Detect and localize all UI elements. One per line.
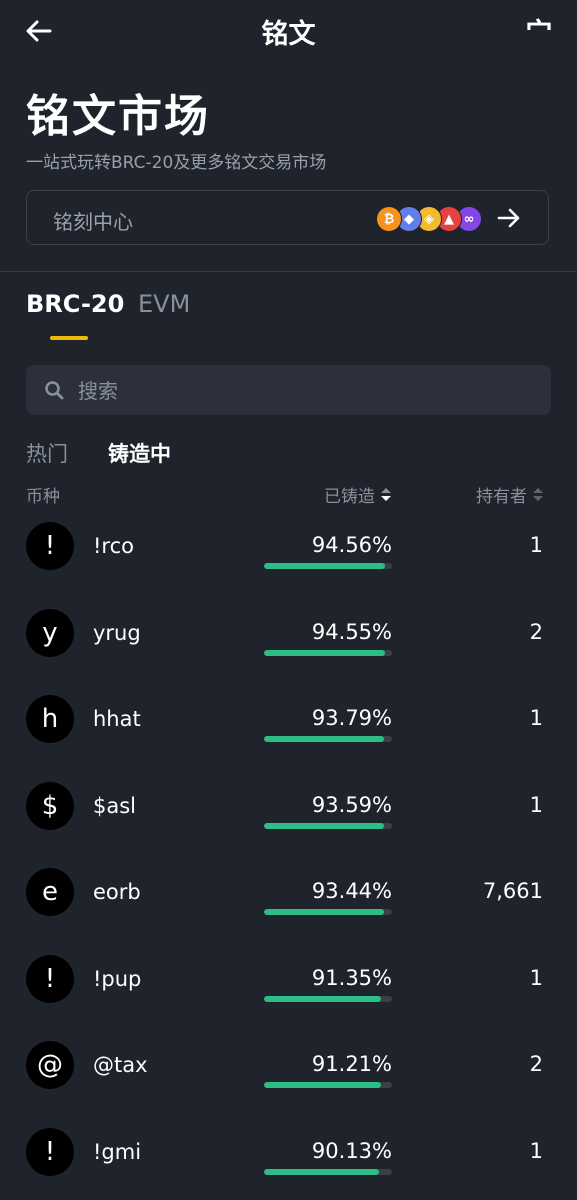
minted-progress-bar <box>264 1168 392 1175</box>
minted-progress-fill <box>264 563 386 569</box>
search-input[interactable] <box>76 365 540 417</box>
token-avatar: y <box>26 608 74 657</box>
token-ticker: $asl <box>93 793 137 818</box>
token-row[interactable]: h hhat 93.79% 1 <box>0 675 577 761</box>
minted-progress-bar <box>264 736 392 742</box>
arrow-right-icon <box>496 205 522 231</box>
sort-icon <box>533 487 543 502</box>
subtab-minting[interactable]: 铸造中 <box>108 438 171 468</box>
token-avatar: @ <box>26 1041 74 1089</box>
token-ticker: !rco <box>93 534 134 558</box>
token-ticker: eorb <box>93 880 141 904</box>
holder-count: 2 <box>529 619 543 644</box>
holder-count: 1 <box>529 1138 543 1163</box>
tab-evm[interactable]: EVM <box>138 290 190 318</box>
search-icon <box>44 380 64 400</box>
minted-percent: 93.44% <box>311 879 392 903</box>
holder-count: 1 <box>529 792 543 817</box>
minted-progress-bar <box>264 1082 392 1088</box>
minted-percent: 90.13% <box>311 1138 392 1163</box>
minted-progress-fill <box>264 736 385 742</box>
token-row[interactable]: e eorb 93.44% 7,661 <box>0 848 577 934</box>
minted-progress-fill <box>264 995 381 1002</box>
subtab-hot[interactable]: 热门 <box>26 438 68 468</box>
active-tab-indicator <box>50 336 88 340</box>
token-avatar: h <box>26 695 74 743</box>
sort-icon <box>381 487 391 502</box>
tab-brc-20[interactable]: BRC-20 <box>26 290 124 318</box>
section-divider <box>0 271 577 272</box>
inscribe-center-label: 铭刻中心 <box>53 210 133 234</box>
page-title: 铭文 <box>261 19 316 50</box>
minted-progress-bar <box>264 649 392 656</box>
token-avatar: ! <box>26 522 74 570</box>
minted-progress-fill <box>264 822 384 829</box>
market-title: 铭文市场 <box>26 91 210 142</box>
token-avatar: ! <box>26 954 74 1003</box>
inscribe-center-button[interactable]: 铭刻中心 ₿ ◆ ◈ ▲ ∞ <box>26 190 549 245</box>
minted-progress-bar <box>264 563 392 569</box>
token-avatar: e <box>26 868 74 916</box>
token-ticker: @tax <box>93 1053 148 1077</box>
minted-progress-fill <box>264 909 384 915</box>
search-bar[interactable] <box>26 365 551 417</box>
top-bar: 铭文 宀 <box>0 0 577 62</box>
token-avatar: $ <box>26 781 74 830</box>
minted-progress-fill <box>264 1168 380 1175</box>
token-row[interactable]: $ $asl 93.59% 1 <box>0 762 577 848</box>
token-ticker: yrug <box>93 620 141 645</box>
minted-progress-fill <box>264 1082 381 1088</box>
minted-percent: 93.79% <box>311 706 392 730</box>
minted-progress-fill <box>264 649 386 656</box>
holder-count: 1 <box>529 706 543 730</box>
minted-progress-bar <box>264 995 392 1002</box>
token-row[interactable]: ! !pup 91.35% 1 <box>0 935 577 1021</box>
minted-percent: 93.59% <box>311 792 392 817</box>
minted-progress-bar <box>264 909 392 915</box>
minted-percent: 94.55% <box>311 619 392 644</box>
token-row[interactable]: y yrug 94.55% 2 <box>0 589 577 675</box>
token-ticker: hhat <box>93 707 141 731</box>
token-avatar: ! <box>26 1127 74 1176</box>
token-row[interactable]: ! !rco 94.56% 1 <box>0 502 577 588</box>
token-row[interactable]: @ @tax 91.21% 2 <box>0 1021 577 1107</box>
token-ticker: !pup <box>93 966 142 991</box>
chain-icons: ₿ ◆ ◈ ▲ ∞ <box>376 206 482 232</box>
holder-count: 7,661 <box>482 879 543 903</box>
minted-percent: 91.35% <box>311 965 392 990</box>
holder-count: 1 <box>529 965 543 990</box>
orders-icon[interactable]: 宀 <box>521 12 557 49</box>
minted-percent: 91.21% <box>311 1052 392 1076</box>
holder-count: 2 <box>529 1052 543 1076</box>
market-subtitle: 一站式玩转BRC-20及更多铭文交易市场 <box>26 153 327 173</box>
minted-percent: 94.56% <box>311 533 392 557</box>
minted-progress-bar <box>264 822 392 829</box>
token-ticker: !gmi <box>93 1139 142 1164</box>
holder-count: 1 <box>529 533 543 557</box>
token-row[interactable]: ! !gmi 90.13% 1 <box>0 1108 577 1194</box>
bitcoin-icon: ₿ <box>376 206 402 232</box>
